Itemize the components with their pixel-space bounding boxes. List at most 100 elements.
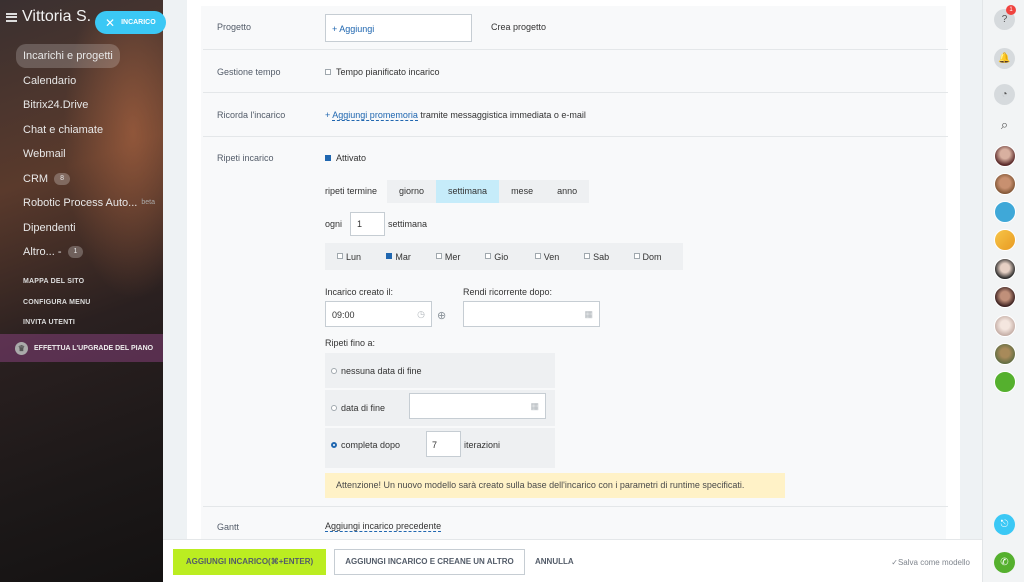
day-label: Gio xyxy=(494,251,509,262)
every-input[interactable]: 1 xyxy=(350,212,385,236)
sidebar-item-more[interactable]: Altro... - 1 xyxy=(15,240,163,265)
sidebar-item-label: Robotic Process Auto... xyxy=(23,197,138,210)
reminder-description: tramite messaggistica immediata o e-mail xyxy=(420,110,586,120)
company-name[interactable]: Vittoria S. xyxy=(22,8,91,26)
help-icon[interactable]: ? 1 xyxy=(994,5,1016,30)
term-week[interactable]: settimana xyxy=(436,180,500,203)
save-template-label: Salva come modello xyxy=(897,558,970,567)
bell-icon[interactable]: 🔔 xyxy=(994,48,1015,69)
sidebar-item-label: CRM xyxy=(23,172,49,185)
search-icon[interactable]: ⌕ xyxy=(994,114,1015,135)
day-fri[interactable]: Ven xyxy=(534,251,584,262)
upgrade-plan-button[interactable]: ♛ EFFETTUA L'UPGRADE DEL PIANO xyxy=(0,334,163,362)
sidebar-item-employees[interactable]: Dipendenti xyxy=(15,216,163,241)
radio-label: nessuna data di fine xyxy=(341,366,422,376)
phone-icon[interactable]: ✆ xyxy=(994,552,1015,573)
project-add-field[interactable]: + Aggiungi xyxy=(325,14,472,42)
day-mon[interactable]: Lun xyxy=(337,252,386,262)
radio-icon xyxy=(331,441,337,448)
avatar[interactable] xyxy=(994,229,1016,251)
checkbox-icon xyxy=(534,253,541,260)
avatar[interactable] xyxy=(994,258,1016,280)
sidebar-item-label: Dipendenti xyxy=(23,221,76,234)
day-thu[interactable]: Gio xyxy=(485,252,534,262)
configure-menu-link[interactable]: CONFIGURA MENU xyxy=(23,299,90,320)
calendar-icon: ▦ xyxy=(584,309,593,319)
day-sat[interactable]: Sab xyxy=(584,252,633,262)
cancel-button[interactable]: ANNULLA xyxy=(535,549,574,575)
iterations-value: 7 xyxy=(432,440,438,450)
menu-icon[interactable] xyxy=(6,12,17,22)
sidebar-item-rpa[interactable]: Robotic Process Auto... beta xyxy=(15,191,163,216)
task-pill-label: INCARICO xyxy=(121,19,156,26)
exit-icon[interactable]: ⎋ xyxy=(994,514,1015,535)
close-icon: ✕ xyxy=(105,15,116,30)
radio-label: completa dopo xyxy=(341,440,401,450)
day-label: Lun xyxy=(346,251,362,262)
sidebar-item-tasks[interactable]: Incarichi e progetti xyxy=(15,44,163,69)
add-task-and-new-button[interactable]: AGGIUNGI INCARICO E CREANE UN ALTRO xyxy=(334,549,525,575)
opt-no-end[interactable]: nessuna data di fine xyxy=(331,366,422,376)
sitemap-link[interactable]: MAPPA DEL SITO xyxy=(23,278,90,299)
term-day[interactable]: giorno xyxy=(387,180,436,203)
avatar[interactable] xyxy=(994,201,1016,223)
term-year[interactable]: anno xyxy=(545,180,589,203)
checkbox-icon xyxy=(485,253,492,260)
close-task-pill[interactable]: ✕ INCARICO xyxy=(95,11,166,34)
beta-tag: beta xyxy=(141,199,155,206)
time-label: Gestione tempo xyxy=(217,67,281,77)
add-reminder-link[interactable]: Aggiungi promemoria xyxy=(332,110,418,121)
sidebar-item-chat[interactable]: Chat e chiamate xyxy=(15,118,163,143)
warning-message: Attenzione! Un nuovo modello sarà creato… xyxy=(325,473,785,498)
avatar[interactable] xyxy=(994,286,1016,308)
recurrent-date-input[interactable]: ▦ xyxy=(463,301,600,327)
radio-label: data di fine xyxy=(341,403,386,413)
avatar[interactable] xyxy=(994,315,1016,337)
sidebar-item-webmail[interactable]: Webmail xyxy=(15,142,163,167)
created-time-value: 09:00 xyxy=(332,310,355,320)
opt-complete-after[interactable]: completa dopo xyxy=(331,440,400,450)
opt-end-date[interactable]: data di fine xyxy=(331,403,385,413)
sidebar-item-calendar[interactable]: Calendario xyxy=(15,69,163,94)
timeline-icon[interactable]: ◔ xyxy=(994,84,1015,105)
sidebar-item-crm[interactable]: CRM 8 xyxy=(15,167,163,192)
crown-icon: ♛ xyxy=(15,341,28,355)
term-month[interactable]: mese xyxy=(499,180,545,203)
left-sidebar: Vittoria S. Incarichi e progetti Calenda… xyxy=(0,0,163,582)
sidebar-links: MAPPA DEL SITO CONFIGURA MENU INVITA UTE… xyxy=(23,278,90,340)
day-label: Ven xyxy=(543,251,560,262)
avatar[interactable] xyxy=(994,173,1016,195)
planned-time-checkbox[interactable]: Tempo pianificato incarico xyxy=(325,67,440,77)
reminder-label: Ricorda l'incarico xyxy=(217,110,286,120)
sidebar-item-label: Chat e chiamate xyxy=(23,123,104,136)
day-tue[interactable]: Mar xyxy=(386,252,435,262)
avatar[interactable] xyxy=(994,343,1016,365)
day-wed[interactable]: Mer xyxy=(435,252,485,262)
recurrent-label: Rendi ricorrente dopo: xyxy=(463,287,553,297)
every-unit: settimana xyxy=(388,219,428,229)
avatar[interactable] xyxy=(994,145,1016,167)
sidebar-item-drive[interactable]: Bitrix24.Drive xyxy=(15,93,163,118)
iterations-label: iterazioni xyxy=(464,440,501,450)
check-icon: ✓ xyxy=(891,558,898,567)
upgrade-label: EFFETTUA L'UPGRADE DEL PIANO xyxy=(34,344,154,352)
add-previous-task-link[interactable]: Aggiungi incarico precedente xyxy=(325,521,442,532)
sidebar-menu: Incarichi e progetti Calendario Bitrix24… xyxy=(15,44,163,265)
avatar[interactable] xyxy=(994,371,1016,393)
checkbox-label: Attivato xyxy=(336,153,367,163)
divider xyxy=(203,136,948,137)
create-project-link[interactable]: Crea progetto xyxy=(491,22,546,32)
day-sun[interactable]: Dom xyxy=(633,252,683,262)
bottom-action-bar: AGGIUNGI INCARICO(⌘+ENTER) AGGIUNGI INCA… xyxy=(163,539,982,582)
created-time-input[interactable]: 09:00 ◷ xyxy=(325,301,432,327)
save-template-checkbox[interactable]: ✓Salva come modello xyxy=(891,558,970,567)
day-label: Sab xyxy=(593,251,610,262)
end-date-input[interactable]: ▦ xyxy=(409,393,546,419)
iterations-input[interactable]: 7 xyxy=(426,431,461,457)
timezone-icon[interactable]: ⊕ xyxy=(437,309,446,322)
sidebar-item-label: Bitrix24.Drive xyxy=(23,99,89,112)
sidebar-item-label: Altro... - xyxy=(23,246,62,259)
add-task-button[interactable]: AGGIUNGI INCARICO(⌘+ENTER) xyxy=(173,549,326,575)
calendar-icon: ▦ xyxy=(530,401,539,411)
repeat-enabled-checkbox[interactable]: Attivato xyxy=(325,153,366,163)
